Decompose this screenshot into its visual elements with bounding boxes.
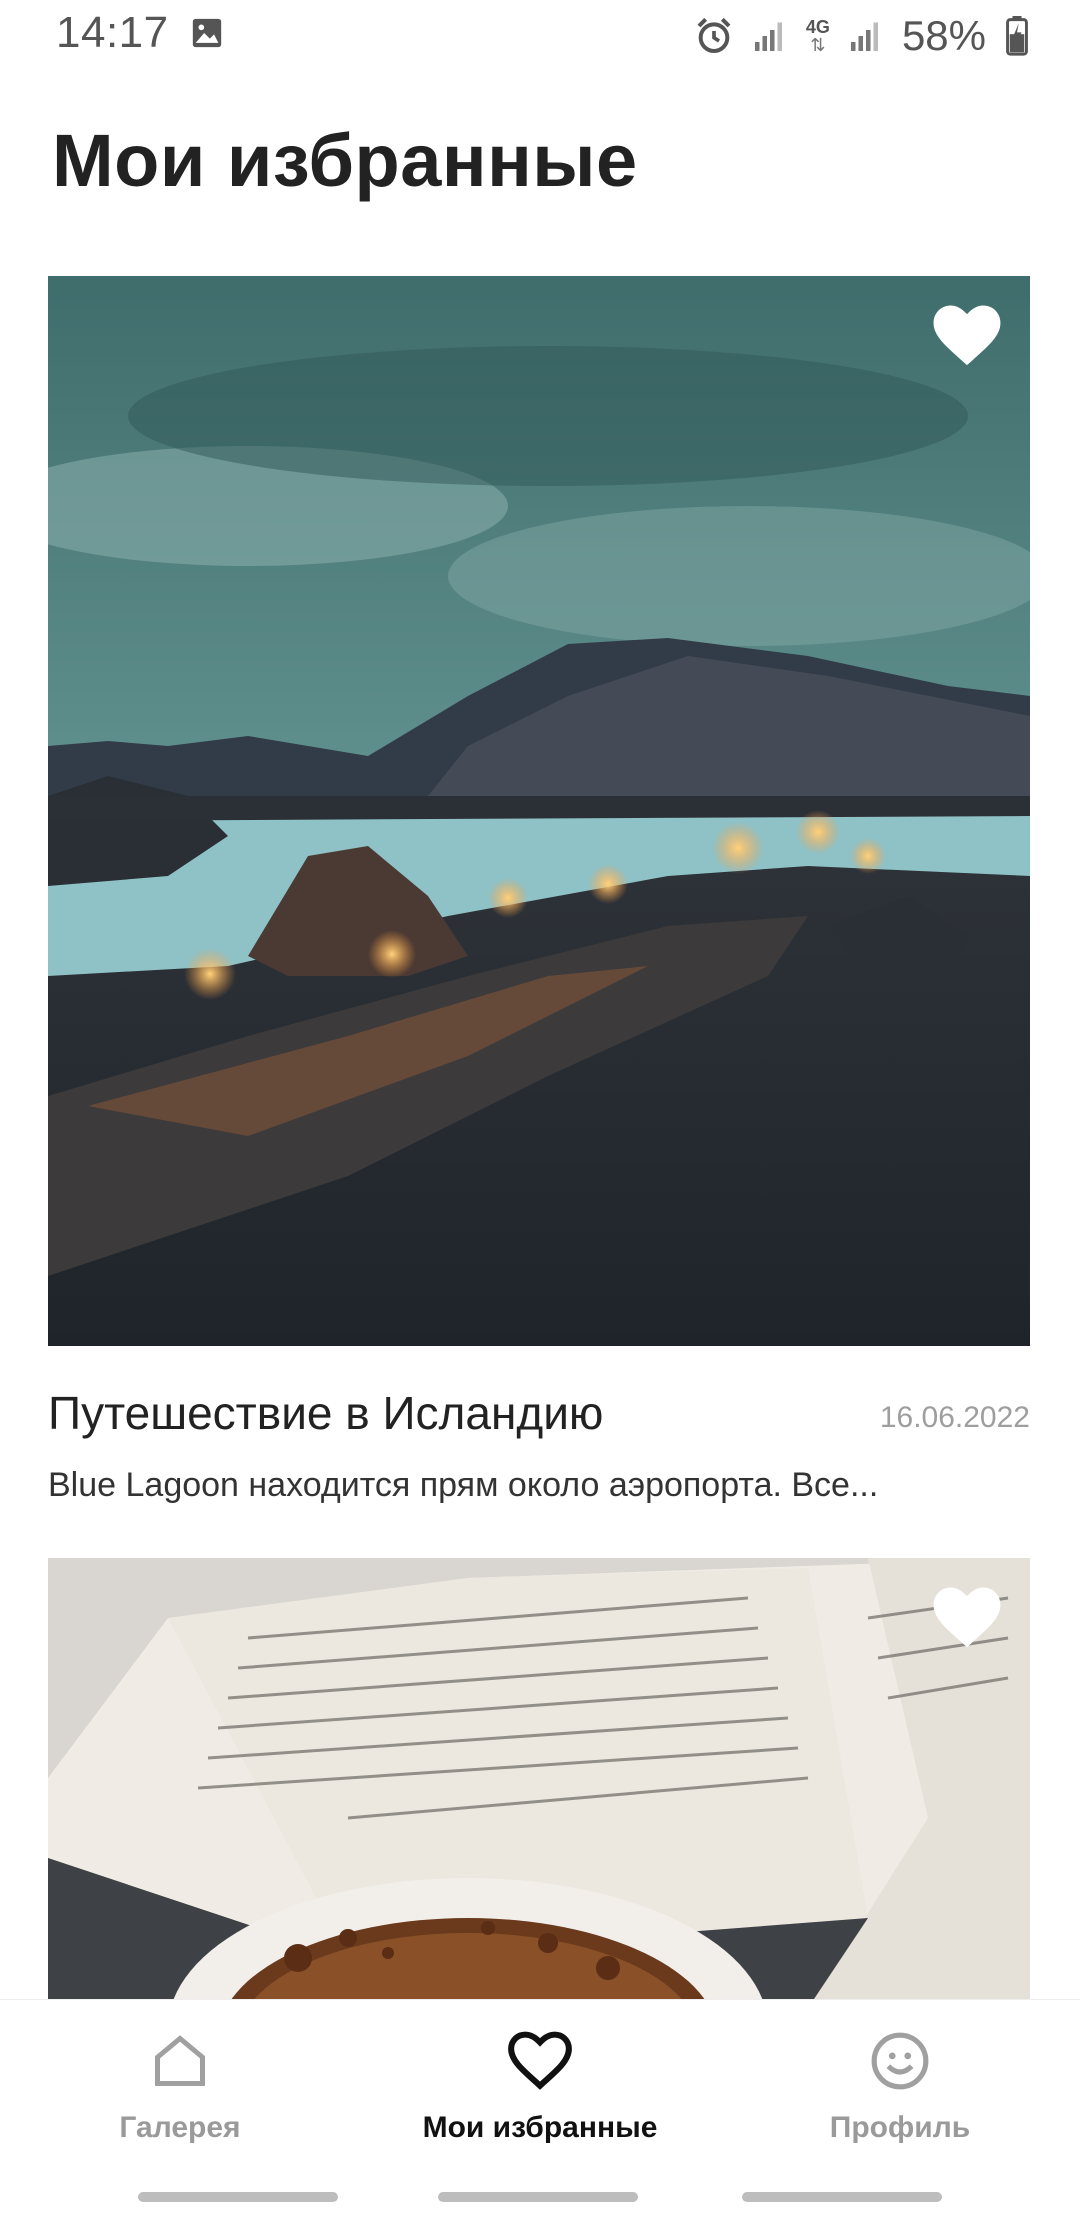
image-icon — [192, 18, 222, 48]
nav-item-favorites[interactable]: Мои избранные — [390, 2030, 690, 2145]
card-date: 16.06.2022 — [879, 1401, 1030, 1434]
battery-icon — [1006, 16, 1028, 56]
network-arrows-icon: ⇅ — [810, 35, 826, 55]
signal-icon — [754, 22, 782, 51]
card-description: Blue Lagoon находится прям около аэропор… — [48, 1466, 879, 1504]
card-title: Путешествие в Исландию — [48, 1387, 604, 1439]
network-4g-icon: 4G ⇅ — [806, 18, 830, 54]
alarm-icon — [697, 17, 731, 54]
iceland-landscape-photo — [48, 276, 1030, 1346]
smiley-icon — [871, 2032, 929, 2090]
nav-label-gallery: Галерея — [119, 2111, 241, 2144]
nav-item-profile[interactable]: Профиль — [750, 2030, 1050, 2145]
signal-icon-2 — [850, 22, 878, 51]
favorite-heart-icon[interactable] — [932, 304, 1002, 368]
card-image-iceland[interactable] — [48, 276, 1030, 1346]
nav-label-profile: Профиль — [829, 2111, 971, 2144]
bottom-navigation: Галерея Мои избранные Профиль — [0, 1999, 1080, 2220]
card-image-book-coffee[interactable] — [48, 1558, 1030, 2008]
page-title: Мои избранные — [52, 119, 638, 202]
heart-outline-icon — [508, 2031, 572, 2090]
network-label: 4G — [805, 17, 830, 37]
book-coffee-photo — [48, 1558, 1030, 2008]
system-bar-right — [742, 2192, 942, 2202]
favorite-card-1[interactable]: Путешествие в Исландию 16.06.2022 Blue L… — [48, 276, 1030, 1526]
system-bar-center — [438, 2192, 638, 2202]
favorite-card-2[interactable] — [48, 1558, 1030, 2018]
battery-percent: 58% — [901, 12, 986, 59]
status-bar: 14:17 4G ⇅ 58% — [0, 0, 1080, 72]
status-time: 14:17 — [56, 8, 169, 57]
nav-item-gallery[interactable]: Галерея — [30, 2030, 330, 2145]
home-icon — [155, 2035, 205, 2086]
favorite-heart-icon-2[interactable] — [932, 1586, 1002, 1650]
system-bar-left — [138, 2192, 338, 2202]
status-right: 4G ⇅ 58% — [694, 10, 1030, 62]
nav-label-favorites: Мои избранные — [422, 2111, 658, 2144]
